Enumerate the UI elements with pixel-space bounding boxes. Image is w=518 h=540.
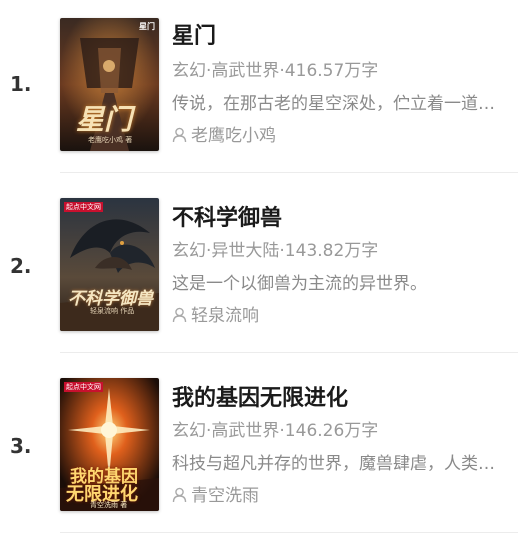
book-meta: 玄幻·高武世界·416.57万字 <box>172 61 379 81</box>
cover-badge: 星门 <box>139 22 155 31</box>
cover-badge: 起点中文网 <box>64 382 103 392</box>
book-author: 轻泉流响 <box>172 301 502 328</box>
rank-number: 3. <box>10 434 32 458</box>
book-author: 青空洗雨 <box>172 481 502 508</box>
divider <box>60 352 518 353</box>
cover-author: 轻泉流响 作品 <box>90 307 135 315</box>
book-item[interactable]: 2. 起点中文网 不科学御兽 轻泉流响 作品 不科学御兽 玄幻·异世大陆·143… <box>0 180 518 360</box>
book-cover[interactable]: 起点中文网 我的基因 无限进化 青空洗雨 著 <box>60 378 159 511</box>
book-cover[interactable]: 星门 星门 老鹰吃小鸡 著 <box>60 18 159 151</box>
book-title[interactable]: 我的基因无限进化 <box>172 380 512 412</box>
divider <box>60 172 518 173</box>
cover-author: 青空洗雨 著 <box>90 501 128 509</box>
book-list: 1. 星门 星门 老鹰吃小鸡 著 星门 玄幻·高武世界·416.57万字 传说，… <box>0 0 518 538</box>
book-description: 传说，在那古老的星空深处，伫立着一道血与火侵染的红色之门。 <box>172 94 502 114</box>
book-item[interactable]: 1. 星门 星门 老鹰吃小鸡 著 星门 玄幻·高武世界·416.57万字 传说，… <box>0 0 518 180</box>
cover-badge: 起点中文网 <box>64 202 103 212</box>
book-meta: 玄幻·高武世界·146.26万字 <box>172 421 379 441</box>
book-title[interactable]: 星门 <box>172 18 512 50</box>
book-description: 科技与超凡并存的世界，魔兽肆虐，人类艰难求存。 <box>172 454 502 474</box>
author-name[interactable]: 老鹰吃小鸡 <box>191 126 276 146</box>
book-author: 老鹰吃小鸡 <box>172 121 502 148</box>
person-icon <box>172 127 187 148</box>
author-name[interactable]: 轻泉流响 <box>191 306 259 326</box>
divider <box>60 532 518 533</box>
person-icon <box>172 487 187 508</box>
book-title[interactable]: 不科学御兽 <box>172 200 512 232</box>
person-icon <box>172 307 187 328</box>
author-name[interactable]: 青空洗雨 <box>191 486 259 506</box>
cover-title: 星门 <box>76 103 133 136</box>
book-meta: 玄幻·异世大陆·143.82万字 <box>172 241 379 261</box>
book-item[interactable]: 3. 起点中文网 我的基因 无限进化 青空洗雨 著 我的基因无限进化 玄幻·高武… <box>0 360 518 540</box>
rank-number: 1. <box>10 72 32 96</box>
book-cover[interactable]: 起点中文网 不科学御兽 轻泉流响 作品 <box>60 198 159 331</box>
rank-number: 2. <box>10 254 32 278</box>
book-description: 这是一个以御兽为主流的异世界。 <box>172 274 427 294</box>
cover-author: 老鹰吃小鸡 著 <box>88 136 133 144</box>
